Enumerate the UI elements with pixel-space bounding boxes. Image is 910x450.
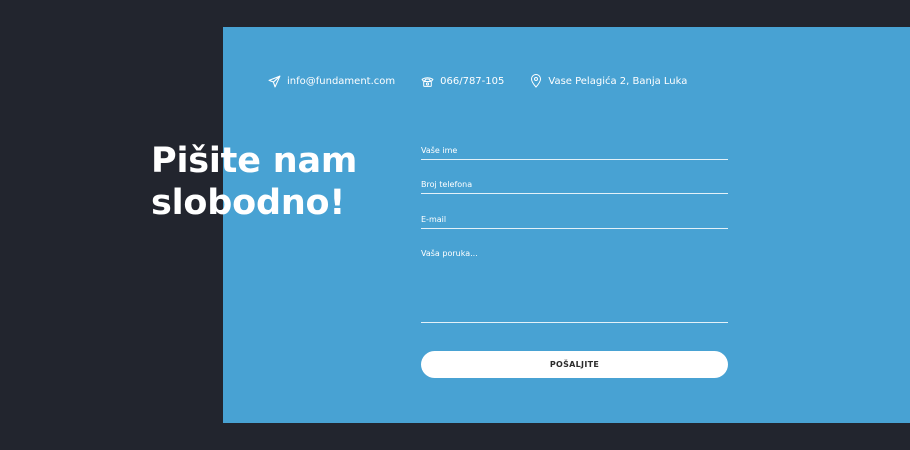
contact-phone[interactable]: 066/787-105	[421, 75, 504, 88]
submit-button[interactable]: POŠALJITE	[421, 351, 728, 378]
contact-address-text: Vase Pelagića 2, Banja Luka	[548, 75, 688, 87]
page-title: Pišite nam slobodno!	[151, 141, 358, 223]
paper-plane-icon	[268, 75, 281, 87]
message-placeholder: Vaša poruka...	[421, 249, 478, 258]
contact-info-bar: info@fundament.com 066/787-105 Vase Pela…	[268, 72, 713, 90]
contact-email[interactable]: info@fundament.com	[268, 75, 395, 88]
contact-phone-text: 066/787-105	[440, 75, 505, 87]
phone-placeholder: Broj telefona	[421, 180, 473, 189]
map-pin-icon	[531, 74, 542, 88]
name-placeholder: Vaše ime	[421, 146, 458, 155]
name-input[interactable]: Vaše ime	[421, 140, 728, 160]
message-textarea[interactable]: Vaša poruka...	[421, 243, 728, 323]
email-placeholder: E-mail	[421, 215, 447, 224]
phone-input[interactable]: Broj telefona	[421, 174, 728, 194]
contact-email-text: info@fundament.com	[287, 75, 396, 87]
telephone-icon	[421, 76, 434, 87]
contact-address[interactable]: Vase Pelagića 2, Banja Luka	[530, 74, 687, 88]
email-input[interactable]: E-mail	[421, 209, 728, 229]
